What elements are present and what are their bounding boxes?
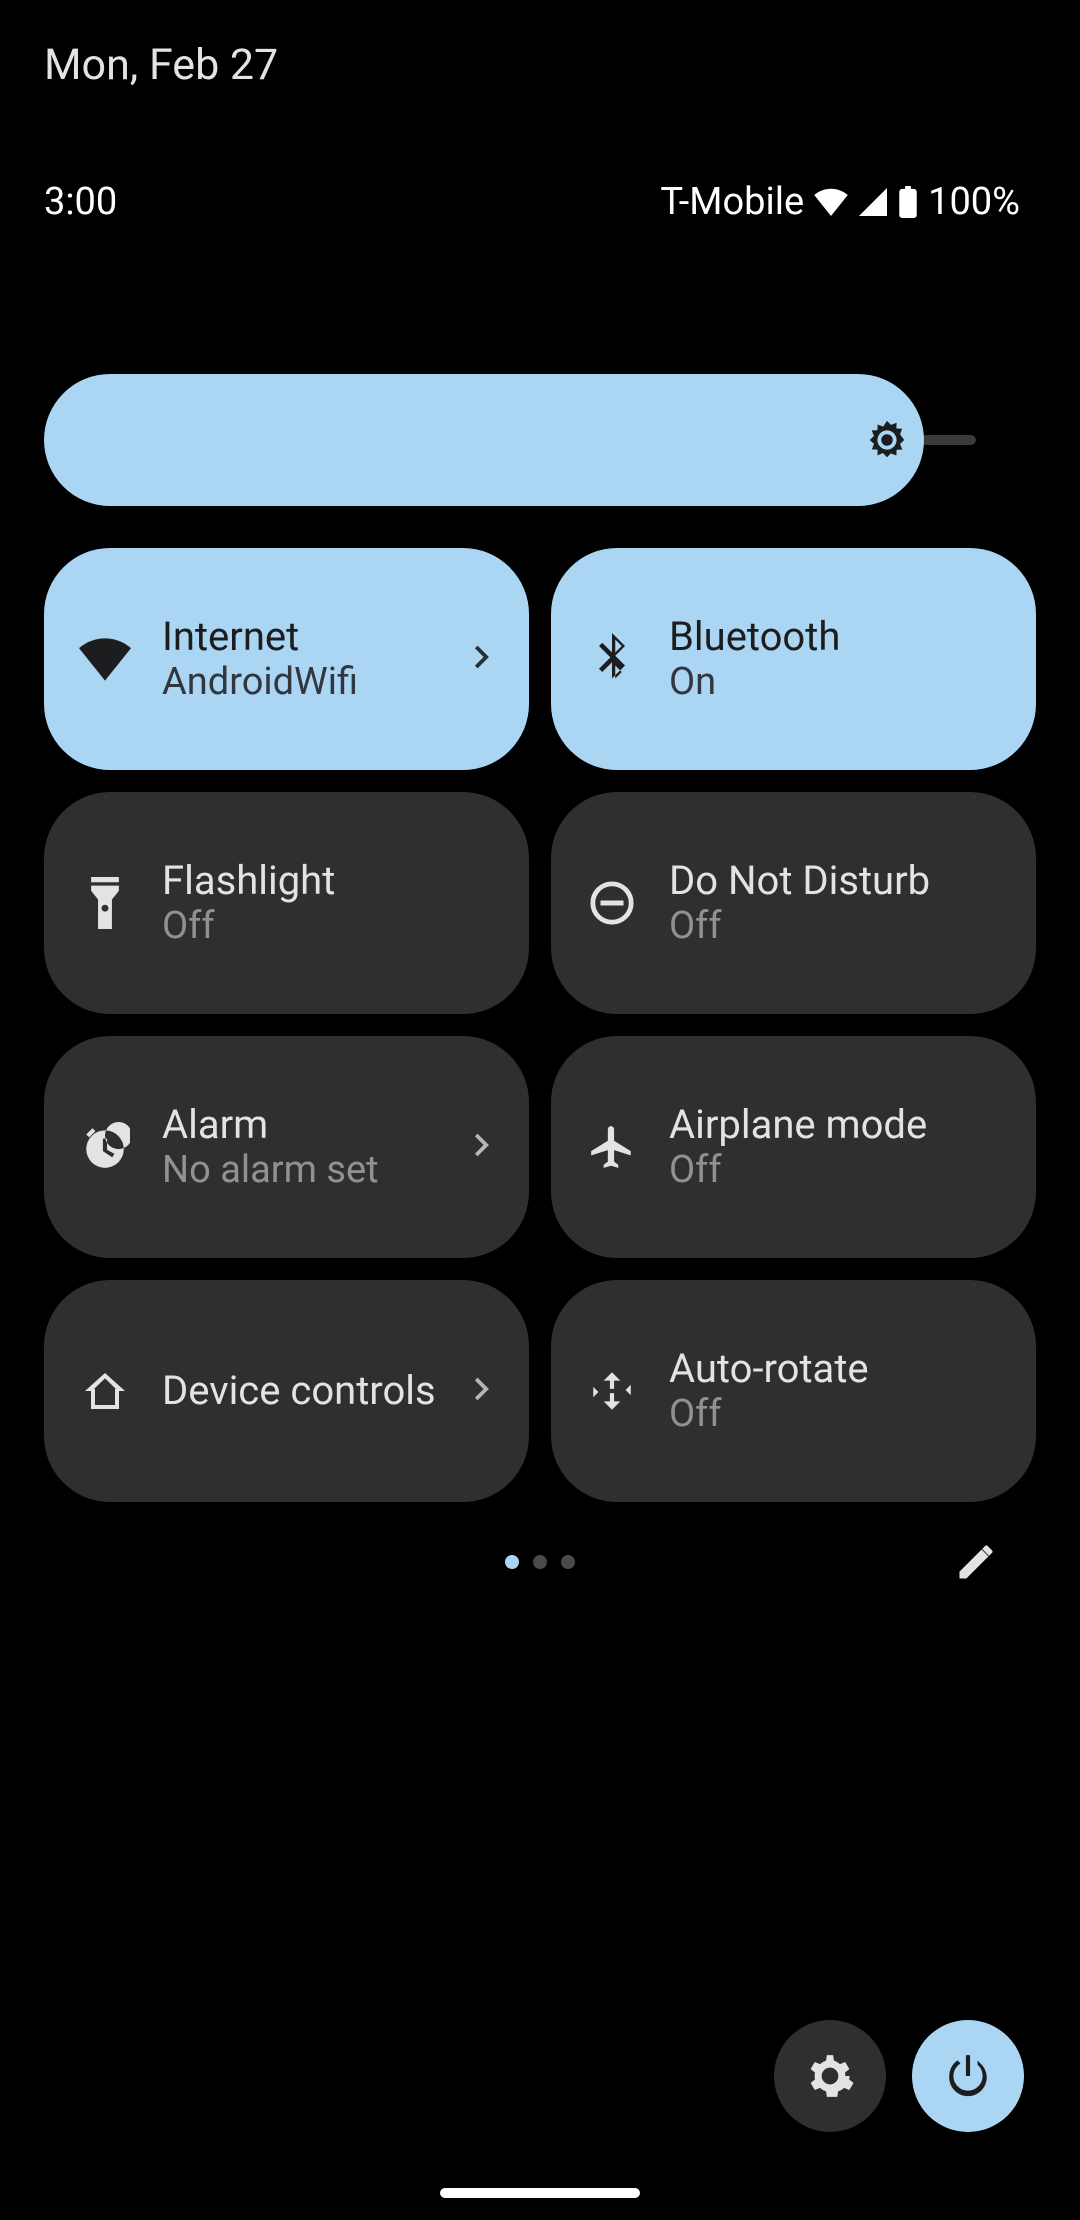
tile-title: Internet — [162, 614, 435, 660]
page-dot — [533, 1555, 547, 1569]
airplane-icon — [585, 1120, 639, 1174]
edit-tiles-button[interactable] — [948, 1534, 1004, 1590]
tile-title: Flashlight — [162, 858, 495, 904]
tile-sub: Off — [669, 1392, 1002, 1436]
brightness-icon — [864, 417, 910, 463]
flashlight-icon — [78, 876, 132, 930]
status-carrier: T-Mobile — [660, 180, 804, 224]
gear-icon — [805, 2051, 855, 2101]
tile-title: Do Not Disturb — [669, 858, 1002, 904]
chevron-right-icon — [465, 1130, 495, 1164]
tile-title: Bluetooth — [669, 614, 1002, 660]
chevron-right-icon — [465, 642, 495, 676]
tile-sub: On — [669, 660, 1002, 704]
tile-sub: Off — [669, 1148, 1002, 1192]
status-battery-pct: 100% — [928, 180, 1020, 224]
tile-title: Alarm — [162, 1102, 435, 1148]
tile-sub: Off — [162, 904, 495, 948]
wifi-icon — [814, 188, 848, 216]
wifi-icon — [78, 632, 132, 686]
tile-sub: No alarm set — [162, 1148, 435, 1192]
status-right: T-Mobile 100% — [660, 180, 1020, 224]
pencil-icon — [954, 1540, 998, 1584]
page-dot — [561, 1555, 575, 1569]
tile-alarm[interactable]: Alarm No alarm set — [44, 1036, 529, 1258]
tile-sub: AndroidWifi — [162, 660, 435, 704]
tile-auto-rotate[interactable]: Auto-rotate Off — [551, 1280, 1036, 1502]
home-icon — [78, 1364, 132, 1418]
power-icon — [943, 2051, 993, 2101]
cell-signal-icon — [858, 188, 888, 216]
brightness-slider[interactable] — [44, 374, 1036, 506]
settings-button[interactable] — [774, 2020, 886, 2132]
status-bar: 3:00 T-Mobile 100% — [0, 178, 1080, 226]
tile-flashlight[interactable]: Flashlight Off — [44, 792, 529, 1014]
tile-sub: Off — [669, 904, 1002, 948]
tile-device-controls[interactable]: Device controls — [44, 1280, 529, 1502]
quick-settings-tiles: Internet AndroidWifi Bluetooth On Flashl… — [44, 548, 1036, 1502]
status-time: 3:00 — [44, 180, 117, 224]
nav-handle[interactable] — [440, 2188, 640, 2198]
tile-bluetooth[interactable]: Bluetooth On — [551, 548, 1036, 770]
tile-title: Auto-rotate — [669, 1346, 1002, 1392]
auto-rotate-icon — [585, 1364, 639, 1418]
tile-airplane[interactable]: Airplane mode Off — [551, 1036, 1036, 1258]
chevron-right-icon — [465, 1374, 495, 1408]
power-button[interactable] — [912, 2020, 1024, 2132]
alarm-icon — [78, 1120, 132, 1174]
page-indicator[interactable] — [505, 1555, 575, 1569]
bluetooth-icon — [585, 632, 639, 686]
dnd-icon — [585, 876, 639, 930]
battery-icon — [898, 186, 918, 218]
tile-dnd[interactable]: Do Not Disturb Off — [551, 792, 1036, 1014]
tile-internet[interactable]: Internet AndroidWifi — [44, 548, 529, 770]
page-dot — [505, 1555, 519, 1569]
tile-title: Airplane mode — [669, 1102, 1002, 1148]
tile-title: Device controls — [162, 1368, 435, 1414]
date-label[interactable]: Mon, Feb 27 — [44, 40, 278, 90]
